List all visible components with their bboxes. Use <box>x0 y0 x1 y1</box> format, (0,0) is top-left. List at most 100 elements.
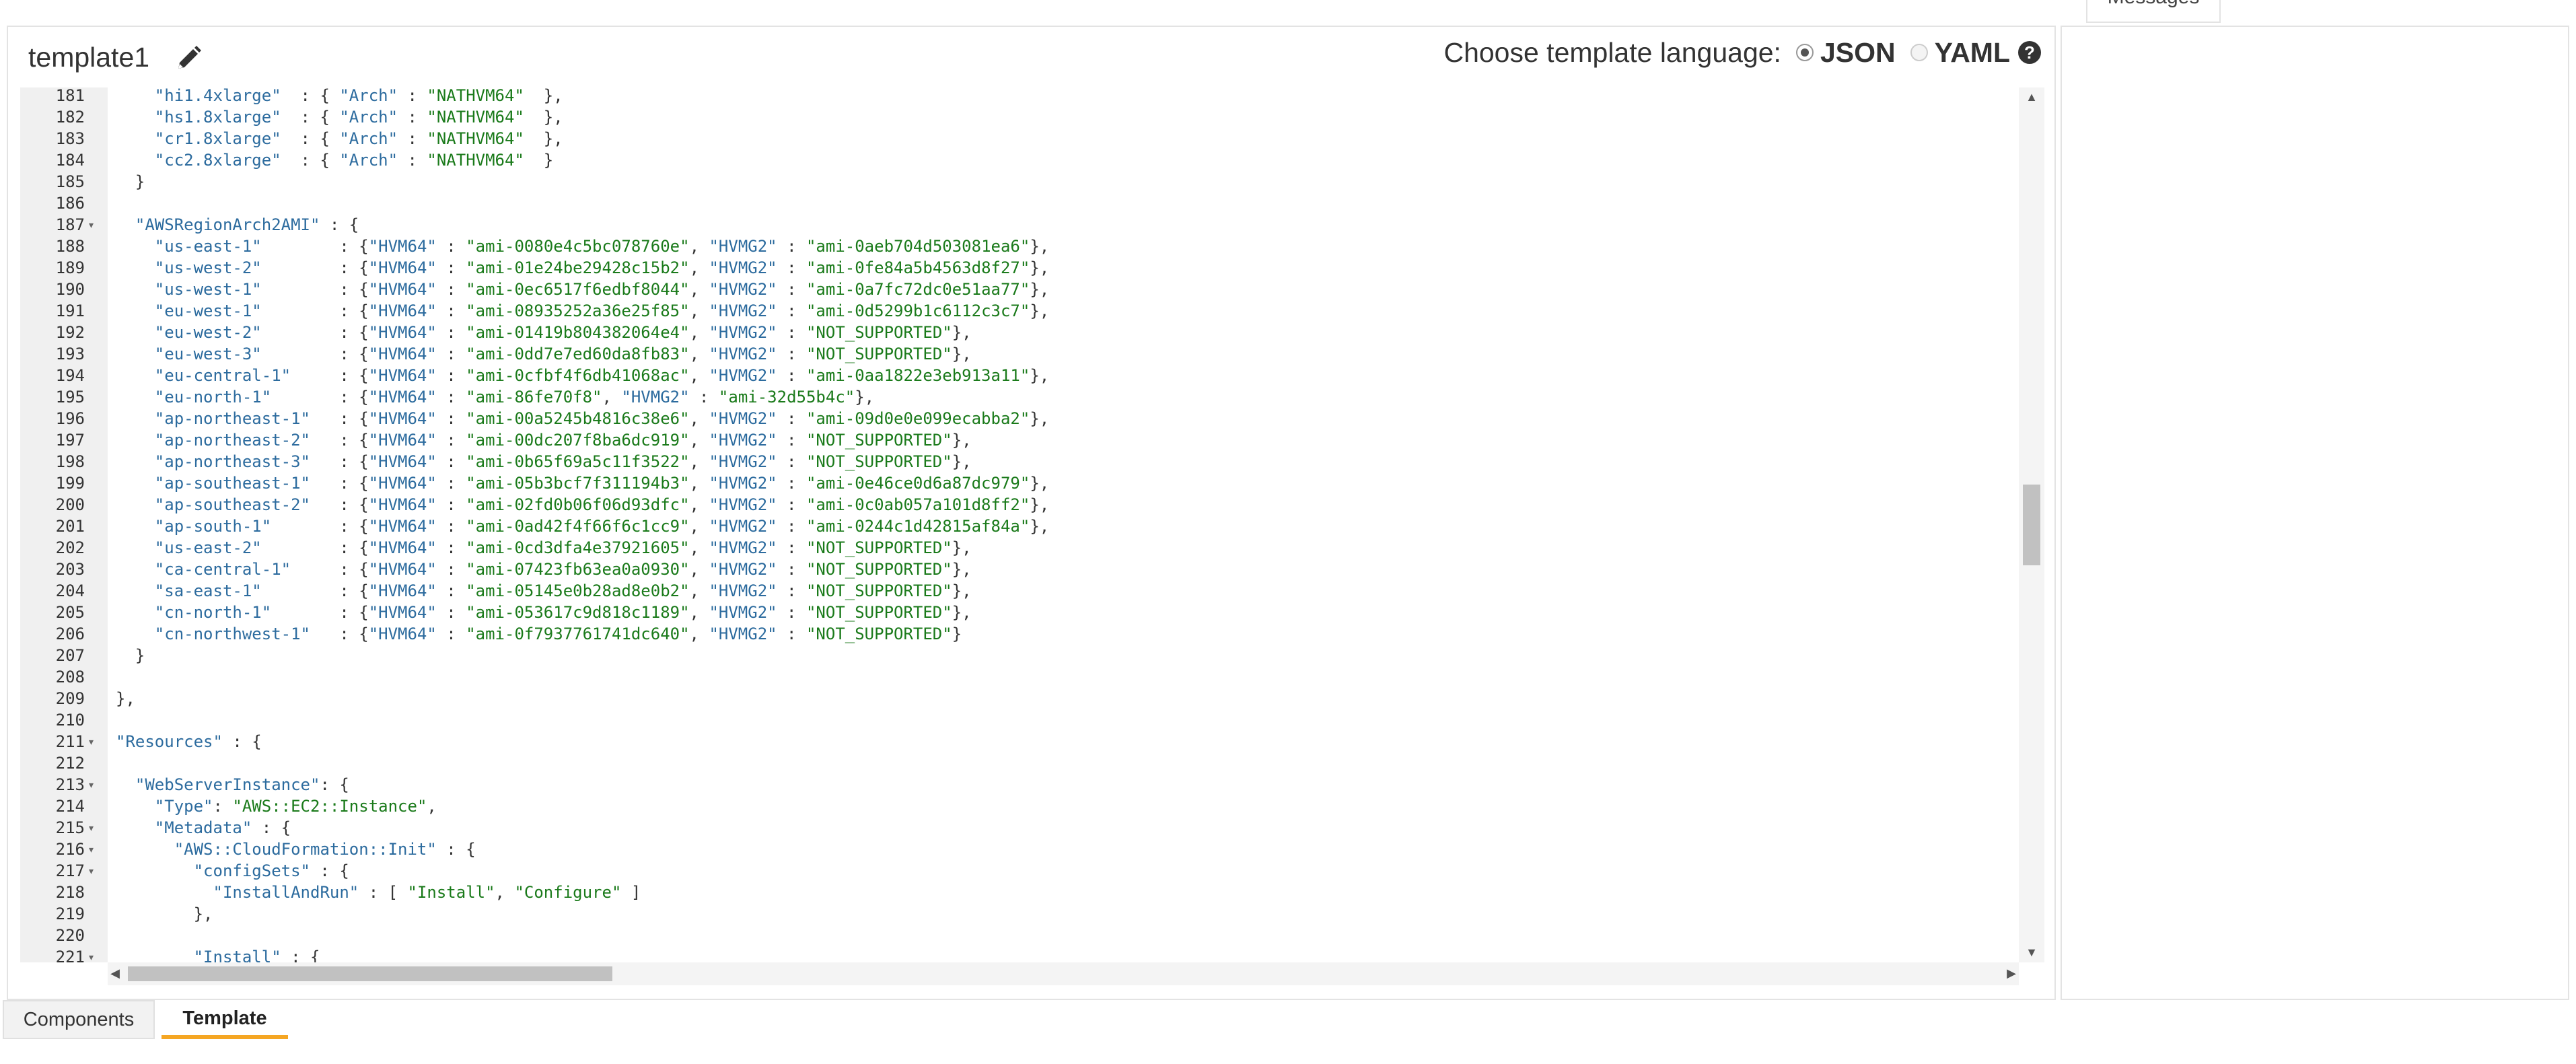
code-token: : { <box>261 323 369 342</box>
code-token: "cc2.8xlarge" <box>154 151 281 170</box>
code-line[interactable]: "Type": "AWS::EC2::Instance", <box>116 795 437 817</box>
code-line[interactable]: "eu-central-1" : {"HVM64" : "ami-0cfbf4f… <box>116 365 1049 386</box>
code-line[interactable]: "Metadata" : { <box>116 817 291 839</box>
line-number: 218 <box>55 883 85 902</box>
code-line[interactable]: "cn-northwest-1" : {"HVM64" : "ami-0f793… <box>116 623 962 645</box>
yaml-label[interactable]: YAML <box>1935 37 2010 69</box>
code-line[interactable]: "ap-northeast-1" : {"HVM64" : "ami-00a52… <box>116 408 1049 429</box>
code-token: "ami-0dd7e7ed60da8fb83" <box>466 345 690 363</box>
scroll-left-arrow-icon[interactable]: ◀ <box>105 966 125 981</box>
code-token: "NOT_SUPPORTED" <box>806 345 952 363</box>
line-number: 198 <box>55 452 85 471</box>
code-token: , <box>689 474 709 493</box>
code-line[interactable]: "Install" : { <box>116 946 320 962</box>
tab-template[interactable]: Template <box>162 1000 288 1039</box>
code-line[interactable]: "us-east-1" : {"HVM64" : "ami-0080e4c5bc… <box>116 236 1049 257</box>
code-token: , <box>689 625 709 643</box>
fold-toggle-icon[interactable]: ▾ <box>89 731 100 752</box>
code-line[interactable]: "AWSRegionArch2AMI" : { <box>116 214 359 236</box>
code-line[interactable]: "ap-southeast-2" : {"HVM64" : "ami-02fd0… <box>116 494 1049 516</box>
vertical-scrollbar[interactable]: ▲ ▼ <box>2019 87 2044 962</box>
code-token: "HVM64" <box>368 431 437 450</box>
code-token: : { <box>261 581 369 600</box>
code-token: "HVM64" <box>368 625 437 643</box>
code-line[interactable]: "eu-north-1" : {"HVM64" : "ami-86fe70f8"… <box>116 386 874 408</box>
fold-toggle-icon[interactable]: ▾ <box>89 817 100 839</box>
code-token: : <box>436 560 466 579</box>
template-title: template1 <box>28 42 150 73</box>
code-token: "eu-central-1" <box>154 366 291 385</box>
code-line[interactable]: "hs1.8xlarge" : { "Arch" : "NATHVM64" }, <box>116 106 563 128</box>
code-token: "HVMG2" <box>709 431 777 450</box>
code-line[interactable]: "WebServerInstance": { <box>116 774 349 795</box>
code-line[interactable]: "ap-northeast-2" : {"HVM64" : "ami-00dc2… <box>116 429 972 451</box>
editor-header: template1 Choose template language: JSON… <box>8 27 2054 87</box>
code-lines[interactable]: "hi1.4xlarge" : { "Arch" : "NATHVM64" },… <box>108 87 2022 962</box>
line-number-gutter: 181 182 183 184 185 186 187 ▾ 188 189 190 191 192 193… <box>20 87 108 962</box>
code-line[interactable]: "eu-west-1" : {"HVM64" : "ami-08935252a3… <box>116 300 1049 322</box>
code-line[interactable]: "cc2.8xlarge" : { "Arch" : "NATHVM64" } <box>116 149 553 171</box>
code-token: : { <box>271 388 369 406</box>
code-line[interactable]: "ap-southeast-1" : {"HVM64" : "ami-05b3b… <box>116 472 1049 494</box>
scroll-down-arrow-icon[interactable]: ▼ <box>2022 946 2042 960</box>
fold-toggle-icon[interactable]: ▾ <box>89 774 100 795</box>
code-line[interactable]: "us-west-2" : {"HVM64" : "ami-01e24be294… <box>116 257 1049 279</box>
code-token: : <box>436 603 466 622</box>
code-token: "eu-west-2" <box>154 323 262 342</box>
code-line[interactable]: "hi1.4xlarge" : { "Arch" : "NATHVM64" }, <box>116 87 563 106</box>
code-token: "HVM64" <box>368 280 437 299</box>
code-line[interactable]: } <box>116 645 145 666</box>
code-line[interactable]: "eu-west-3" : {"HVM64" : "ami-0dd7e7ed60… <box>116 343 972 365</box>
code-token: "HVMG2" <box>709 603 777 622</box>
code-line[interactable]: "ap-northeast-3" : {"HVM64" : "ami-0b65f… <box>116 451 972 472</box>
code-line[interactable]: "us-east-2" : {"HVM64" : "ami-0cd3dfa4e3… <box>116 537 972 559</box>
pencil-icon[interactable] <box>173 43 204 74</box>
fold-toggle-icon[interactable]: ▾ <box>89 214 100 236</box>
code-token: "HVM64" <box>368 302 437 320</box>
code-token: : <box>436 625 466 643</box>
messages-tab[interactable]: Messages <box>2086 0 2221 23</box>
json-label[interactable]: JSON <box>1820 37 1896 69</box>
fold-toggle-icon[interactable]: ▾ <box>89 946 100 962</box>
code-line[interactable]: "cr1.8xlarge" : { "Arch" : "NATHVM64" }, <box>116 128 563 149</box>
code-editor[interactable]: 181 182 183 184 185 186 187 ▾ 188 189 190 191 192 193… <box>20 87 2022 962</box>
json-radio[interactable] <box>1795 44 1814 61</box>
code-token: "ami-00a5245b4816c38e6" <box>466 409 690 428</box>
code-line[interactable]: "sa-east-1" : {"HVM64" : "ami-05145e0b28… <box>116 580 972 602</box>
horizontal-scroll-thumb[interactable] <box>128 966 612 981</box>
code-line[interactable]: } <box>116 171 145 192</box>
code-line[interactable]: "Resources" : { <box>116 731 262 752</box>
code-line[interactable]: "ca-central-1" : {"HVM64" : "ami-07423fb… <box>116 559 972 580</box>
code-line[interactable]: "InstallAndRun" : [ "Install", "Configur… <box>116 882 641 903</box>
code-token: : { <box>310 861 349 880</box>
code-line[interactable]: "AWS::CloudFormation::Init" : { <box>116 839 476 860</box>
code-token: , <box>689 409 709 428</box>
code-line[interactable]: "configSets" : { <box>116 860 349 882</box>
code-line[interactable]: }, <box>116 903 213 925</box>
code-token: : { <box>281 87 340 105</box>
code-token: "ami-32d55b4c" <box>718 388 855 406</box>
vertical-scroll-thumb[interactable] <box>2023 485 2040 565</box>
horizontal-scrollbar[interactable]: ◀ ▶ <box>108 962 2019 985</box>
code-token: "ami-08935252a36e25f85" <box>466 302 690 320</box>
scroll-up-arrow-icon[interactable]: ▲ <box>2022 90 2042 104</box>
code-token: : { <box>271 603 369 622</box>
fold-toggle-icon[interactable]: ▾ <box>89 860 100 882</box>
code-token: : <box>436 452 466 471</box>
fold-toggle-icon[interactable]: ▾ <box>89 839 100 860</box>
code-line[interactable]: "eu-west-2" : {"HVM64" : "ami-01419b8043… <box>116 322 972 343</box>
code-token: : <box>777 625 806 643</box>
code-token: "ap-northeast-2" <box>154 431 310 450</box>
code-line[interactable]: "cn-north-1" : {"HVM64" : "ami-053617c9d… <box>116 602 972 623</box>
code-line[interactable]: }, <box>116 688 135 709</box>
code-line[interactable]: "us-west-1" : {"HVM64" : "ami-0ec6517f6e… <box>116 279 1049 300</box>
yaml-radio[interactable] <box>1910 44 1928 61</box>
question-circle-icon[interactable]: ? <box>2018 41 2041 64</box>
code-token: : <box>436 538 466 557</box>
tab-components[interactable]: Components <box>3 1000 155 1039</box>
code-token: }, <box>1030 302 1050 320</box>
scroll-right-arrow-icon[interactable]: ▶ <box>2001 966 2022 981</box>
code-line[interactable]: "ap-south-1" : {"HVM64" : "ami-0ad42f4f6… <box>116 516 1049 537</box>
